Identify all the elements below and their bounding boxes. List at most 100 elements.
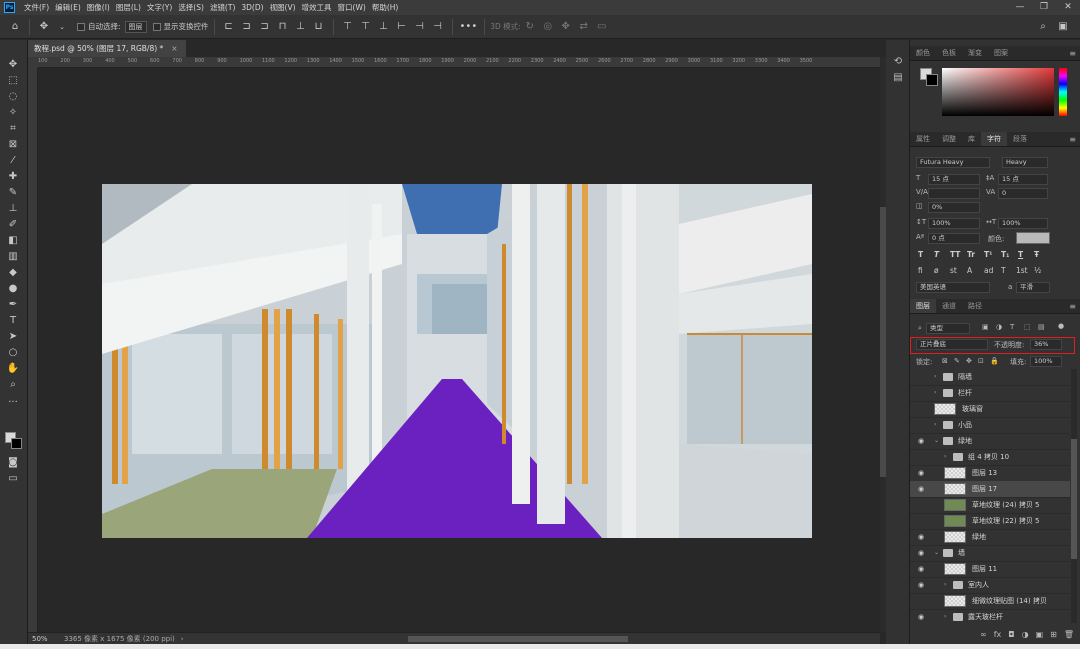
titling-alternates-button[interactable]: T <box>1001 266 1006 275</box>
menu-3d[interactable]: 3D(D) <box>238 3 266 12</box>
distribute-right-icon[interactable]: ⊣ <box>431 19 445 35</box>
baseline-shift-field[interactable]: 0 点 <box>928 233 980 244</box>
minimize-button[interactable]: — <box>1008 0 1032 15</box>
tab-adjustments[interactable]: 调整 <box>936 132 962 146</box>
filter-smart-object-icon[interactable]: ▤ <box>1038 323 1045 331</box>
layer-group-row[interactable]: ◉ › 室内人 <box>910 577 1070 594</box>
menu-layer[interactable]: 图层(L) <box>113 2 144 13</box>
lock-all-icon[interactable]: 🔒 <box>990 357 999 365</box>
menu-window[interactable]: 窗口(W) <box>335 2 369 13</box>
distribute-bottom-icon[interactable]: ⊥ <box>377 19 391 35</box>
layers-scroll-thumb[interactable] <box>1071 439 1077 559</box>
filter-toggle-icon[interactable]: ● <box>1058 322 1064 330</box>
layer-style-icon[interactable]: fx <box>994 630 1002 639</box>
layer-row[interactable]: 玻璃窗 <box>910 401 1070 418</box>
layer-row[interactable]: 草地纹理 (24) 拷贝 5 <box>910 497 1070 514</box>
more-tools-icon[interactable]: ··· <box>4 396 22 410</box>
tab-properties[interactable]: 属性 <box>910 132 936 146</box>
background-color-swatch[interactable] <box>926 74 938 86</box>
chevron-down-icon[interactable]: ⌄ <box>934 436 939 446</box>
chevron-right-icon[interactable]: › <box>934 420 936 430</box>
3d-orbit-icon[interactable]: ↻ <box>523 19 537 35</box>
status-arrow-icon[interactable]: › <box>181 635 184 643</box>
visibility-eye-icon[interactable] <box>918 388 928 398</box>
distribute-top-icon[interactable]: ⊤ <box>341 19 355 35</box>
layer-row[interactable]: ◉ 图层 13 <box>910 465 1070 482</box>
menu-edit[interactable]: 编辑(E) <box>52 2 84 13</box>
filter-shape-icon[interactable]: ⬚ <box>1024 323 1031 331</box>
align-bottom-icon[interactable]: ⊔ <box>312 19 326 35</box>
delete-layer-icon[interactable]: 🗑 <box>1064 630 1074 639</box>
visibility-eye-icon[interactable] <box>918 420 928 430</box>
lasso-tool-icon[interactable]: ◌ <box>4 90 22 104</box>
move-tool-preset-icon[interactable]: ✥ <box>37 19 51 35</box>
magic-wand-tool-icon[interactable]: ✧ <box>4 106 22 120</box>
subscript-button[interactable]: T₁ <box>1001 250 1009 259</box>
align-top-icon[interactable]: ⊓ <box>276 19 290 35</box>
menu-select[interactable]: 选择(S) <box>175 2 207 13</box>
layer-group-row[interactable]: ◉ ⌄ 墙 <box>910 545 1070 562</box>
menu-view[interactable]: 视图(V) <box>267 2 299 13</box>
chevron-right-icon[interactable]: › <box>934 388 936 398</box>
visibility-eye-icon[interactable]: ◉ <box>918 548 928 558</box>
canvas-area[interactable] <box>38 68 880 632</box>
chevron-right-icon[interactable]: › <box>944 580 946 590</box>
color-picker-field[interactable] <box>942 68 1054 116</box>
filter-type-icon[interactable]: T <box>1010 323 1014 331</box>
hand-tool-icon[interactable]: ✋ <box>4 362 22 376</box>
chevron-down-icon[interactable]: ⌄ <box>934 548 939 558</box>
visibility-eye-icon[interactable] <box>918 452 928 462</box>
crop-tool-icon[interactable]: ⌗ <box>4 122 22 136</box>
tab-layers[interactable]: 图层 <box>910 299 936 313</box>
filter-pixel-icon[interactable]: ▣ <box>982 323 989 331</box>
layer-row[interactable]: 细微纹理贴图 (14) 拷贝 <box>910 593 1070 610</box>
document-tab[interactable]: 教程.psd @ 50% (图层 17, RGB/8) * × <box>28 40 186 57</box>
align-center-icon[interactable]: ⊐ <box>240 19 254 35</box>
tab-libraries[interactable]: 库 <box>962 132 981 146</box>
marquee-tool-icon[interactable]: ⬚ <box>4 74 22 88</box>
screen-mode-icon[interactable]: ▭ <box>4 472 22 486</box>
auto-select-dropdown[interactable]: 图层 <box>124 20 147 33</box>
lock-position-icon[interactable]: ✥ <box>966 357 972 365</box>
distribute-vcenter-icon[interactable]: ⊤ <box>359 19 373 35</box>
stylistic-alternates-button[interactable]: ad <box>984 266 993 275</box>
tab-swatches[interactable]: 色板 <box>936 46 962 60</box>
visibility-eye-icon[interactable] <box>918 596 928 606</box>
tab-character[interactable]: 字符 <box>981 132 1007 146</box>
ligature-button[interactable]: fi <box>918 266 923 275</box>
superscript-button[interactable]: T¹ <box>984 250 992 259</box>
visibility-eye-icon[interactable]: ◉ <box>918 468 928 478</box>
ordinals-button[interactable]: 1st <box>1016 266 1028 275</box>
visibility-eye-icon[interactable]: ◉ <box>918 436 928 446</box>
layer-row[interactable]: ◉ 图层 17 <box>910 481 1070 498</box>
layer-group-row[interactable]: › 隔墙 <box>910 369 1070 386</box>
3d-roll-icon[interactable]: ◎ <box>541 19 555 35</box>
visibility-eye-icon[interactable] <box>918 404 928 414</box>
layers-scrollbar[interactable] <box>1071 369 1077 623</box>
horizontal-scale-field[interactable]: 100% <box>998 218 1048 229</box>
tab-patterns[interactable]: 图案 <box>988 46 1014 60</box>
menu-filter[interactable]: 滤镜(T) <box>207 2 238 13</box>
document-image[interactable] <box>102 184 812 538</box>
distribute-hcenter-icon[interactable]: ⊣ <box>413 19 427 35</box>
close-tab-icon[interactable]: × <box>171 44 177 53</box>
vertical-ruler[interactable] <box>28 68 38 632</box>
new-layer-icon[interactable]: ⊞ <box>1050 630 1057 639</box>
align-right-icon[interactable]: ⊐ <box>258 19 272 35</box>
panel-menu-icon[interactable]: ≡ <box>1069 299 1076 314</box>
frame-tool-icon[interactable]: ⊠ <box>4 138 22 152</box>
leading-field[interactable]: 15 点 <box>998 174 1048 185</box>
background-color-swatch[interactable] <box>11 438 22 449</box>
layer-row[interactable]: ◉ 图层 11 <box>910 561 1070 578</box>
layer-group-row[interactable]: › 组 4 拷贝 10 <box>910 449 1070 466</box>
contextual-alternates-button[interactable]: ø <box>934 266 939 275</box>
horizontal-scroll-thumb[interactable] <box>408 636 628 642</box>
visibility-eye-icon[interactable]: ◉ <box>918 580 928 590</box>
path-selection-tool-icon[interactable]: ➤ <box>4 330 22 344</box>
3d-slide-icon[interactable]: ⇄ <box>577 19 591 35</box>
font-size-field[interactable]: 15 点 <box>928 174 980 185</box>
visibility-eye-icon[interactable]: ◉ <box>918 564 928 574</box>
zoom-level[interactable]: 50% <box>28 635 56 643</box>
auto-select-checkbox[interactable] <box>77 22 85 31</box>
visibility-eye-icon[interactable]: ◉ <box>918 484 928 494</box>
